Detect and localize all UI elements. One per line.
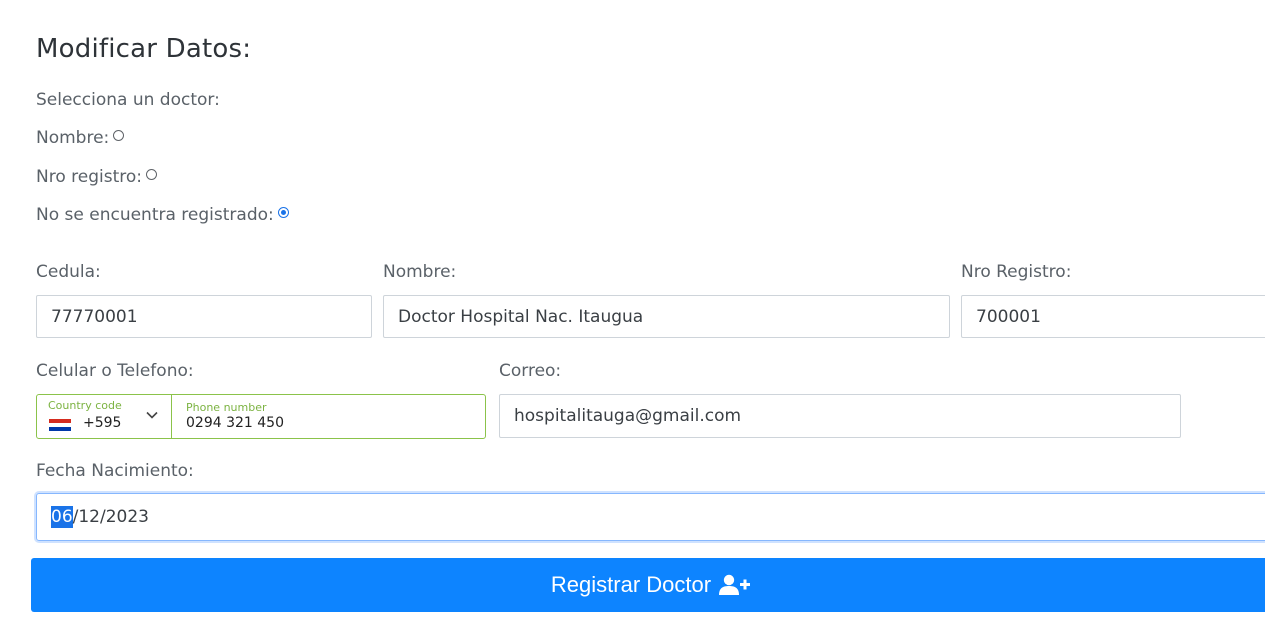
- select-doctor-label: Selecciona un doctor:: [36, 90, 220, 110]
- radio-label-no-registrado: No se encuentra registrado:: [36, 205, 274, 225]
- fecha-nacimiento-input[interactable]: 06/12/2023: [36, 493, 1265, 541]
- date-rest: /12/2023: [72, 507, 149, 527]
- phone-number-field[interactable]: Phone number 0294 321 450: [172, 395, 485, 438]
- cedula-input[interactable]: 77770001: [36, 295, 372, 338]
- fecha-label: Fecha Nacimiento:: [36, 461, 194, 481]
- nombre-input[interactable]: Doctor Hospital Nac. Itaugua: [383, 295, 950, 338]
- date-day-segment[interactable]: 06: [51, 506, 73, 528]
- cedula-label: Cedula:: [36, 262, 101, 282]
- radio-label-nro-registro: Nro registro:: [36, 167, 142, 187]
- user-plus-icon: [719, 574, 751, 595]
- paraguay-flag-icon: [49, 419, 71, 431]
- page-title: Modificar Datos:: [36, 34, 252, 64]
- radio-option-no-registrado[interactable]: No se encuentra registrado:: [36, 205, 289, 225]
- phone-number-label: Phone number: [186, 401, 267, 414]
- radio-nro-registro[interactable]: [146, 168, 157, 180]
- correo-input[interactable]: hospitalitauga@gmail.com: [499, 394, 1181, 438]
- registrar-doctor-button[interactable]: Registrar Doctor: [31, 558, 1265, 612]
- chevron-down-icon: [146, 411, 158, 419]
- country-code-select[interactable]: Country code +595: [37, 395, 172, 438]
- nombre-label: Nombre:: [383, 262, 457, 282]
- radio-nombre[interactable]: [113, 129, 125, 141]
- correo-label: Correo:: [499, 361, 562, 381]
- radio-label-nombre: Nombre:: [36, 128, 110, 148]
- registrar-doctor-label: Registrar Doctor: [550, 572, 712, 597]
- phone-input-group: Country code +595 Phone number 0294 321 …: [36, 394, 486, 439]
- country-code-label: Country code: [48, 399, 122, 412]
- phone-number-value: 0294 321 450: [186, 415, 284, 431]
- country-code-value: +595: [83, 415, 122, 431]
- nro-registro-label: Nro Registro:: [961, 262, 1072, 282]
- radio-option-nro-registro[interactable]: Nro registro:: [36, 167, 157, 187]
- nro-registro-input[interactable]: 700001: [961, 295, 1265, 338]
- telefono-label: Celular o Telefono:: [36, 361, 194, 381]
- radio-no-registrado[interactable]: [277, 206, 289, 218]
- radio-option-nombre[interactable]: Nombre:: [36, 128, 125, 148]
